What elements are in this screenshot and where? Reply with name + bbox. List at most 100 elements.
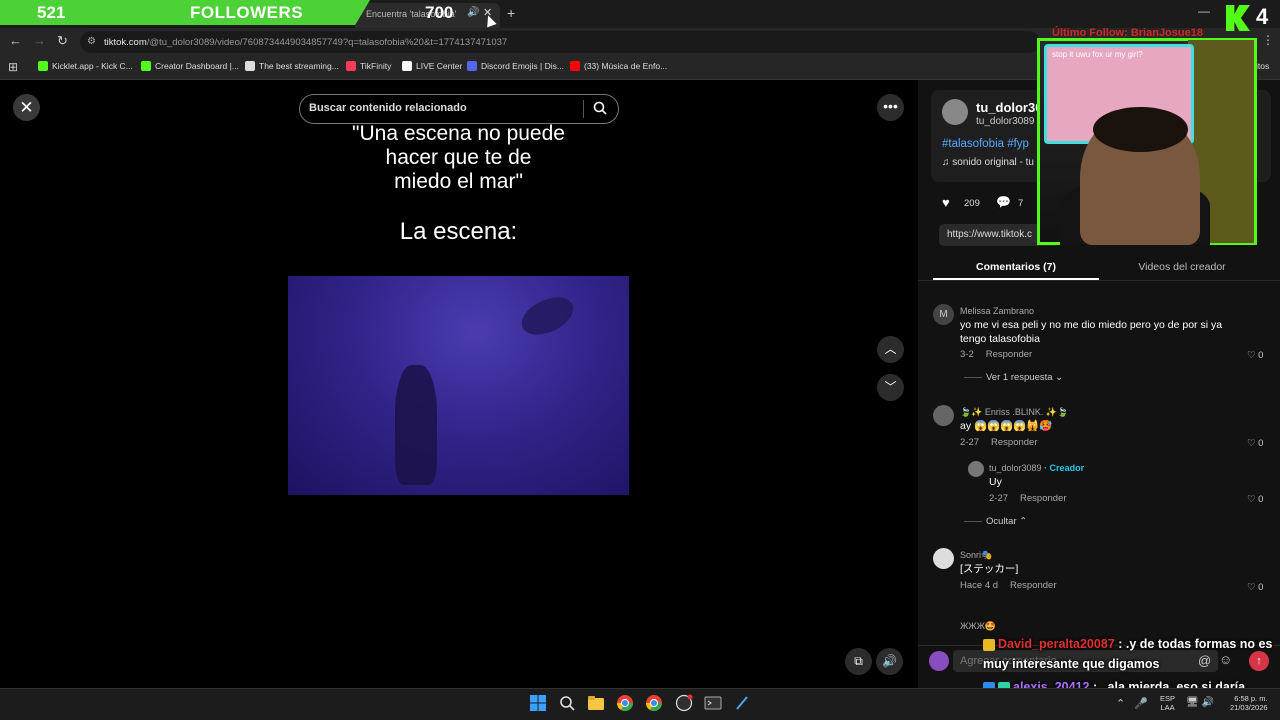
url-text[interactable]: tiktok.com/@tu_dolor3089/video/760873444… [104, 37, 507, 48]
video-scene-label: La escena: [399, 218, 518, 245]
tab-creator-videos[interactable]: Videos del creador [1099, 256, 1265, 278]
reply-user[interactable]: tu_dolor3089 · Creador [989, 463, 1084, 473]
bookmark-item[interactable]: Creator Dashboard |... [141, 61, 239, 71]
tikfinity-icon [346, 61, 356, 71]
close-video-button[interactable]: ✕ [13, 94, 40, 121]
chevron-down-icon[interactable]: ﹀ [877, 374, 904, 401]
avatar[interactable] [933, 405, 954, 426]
tiktok-icon [402, 61, 412, 71]
reply-button[interactable]: Responder [986, 349, 1032, 360]
comment-user[interactable]: Sonri🎭 [960, 550, 992, 561]
other-bookmarks[interactable]: itos [1256, 61, 1269, 71]
comment-user[interactable]: Melissa Zambrano [960, 306, 1034, 316]
reply-date: 2-27 [989, 493, 1009, 504]
browser-menu-icon[interactable]: ⋮ [1262, 33, 1274, 47]
author-name[interactable]: tu_dolor30 [976, 100, 1042, 115]
bookmark-label: TikFinity [360, 61, 392, 71]
volume-icon[interactable]: 🔊 [876, 648, 903, 675]
bookmark-label: Discord Emojis | Dis... [481, 61, 564, 71]
comment-like[interactable]: ♡ 0 [1247, 582, 1263, 593]
bookmark-label: Kicklet.app - Kick C... [52, 61, 133, 71]
streaming-icon [245, 61, 255, 71]
language-indicator[interactable]: ESP LAA [1160, 694, 1175, 712]
comment-icon[interactable]: 💬 [996, 195, 1011, 209]
comment-text: [ステッカー] [960, 563, 1019, 575]
chevron-up-icon[interactable]: ︿ [877, 336, 904, 363]
pen-icon[interactable] [733, 694, 751, 712]
heart-icon[interactable]: ♥ [942, 195, 950, 210]
reload-icon[interactable]: ↻ [57, 33, 68, 49]
avatar[interactable] [933, 548, 954, 569]
avatar [929, 651, 949, 671]
network-icon[interactable]: 🖥 🔊 [1186, 697, 1214, 708]
reply-button[interactable]: Responder [1020, 493, 1066, 504]
poster-text: stop it uwu fox ur my girl? [1052, 50, 1143, 59]
system-tray-icons[interactable]: ⌃ 🎤 [1116, 697, 1148, 710]
reply-button[interactable]: Responder [1010, 580, 1056, 591]
likes-count: 209 [964, 198, 980, 209]
minimize-button[interactable]: — [1198, 4, 1210, 18]
hashtags[interactable]: #talasofobia #fyp [942, 138, 1029, 150]
search-icon[interactable] [592, 100, 608, 116]
bookmark-item[interactable]: TikFinity [346, 61, 391, 71]
obs-icon[interactable] [675, 694, 693, 712]
comment-text: ay 😱😱😱😱🙀🥵 [960, 420, 1053, 432]
back-arrow-icon[interactable]: ← [9, 33, 22, 48]
chat-badge-icon [983, 638, 995, 651]
clock[interactable]: 6:58 p. m. 21/03/2026 [1230, 694, 1268, 712]
forward-arrow-icon[interactable]: → [33, 33, 46, 48]
tab-divider [918, 280, 1280, 281]
bookmark-item[interactable]: LIVE Center [402, 61, 462, 71]
view-replies-button[interactable]: Ver 1 respuesta ⌄ [964, 372, 1063, 383]
file-explorer-icon[interactable] [587, 694, 605, 712]
avatar[interactable]: M [933, 304, 954, 325]
tab-comments[interactable]: Comentarios (7) [933, 256, 1099, 278]
comment-user[interactable]: ЖЖЖ🤩 [960, 621, 996, 632]
author-handle: tu_dolor3089 [976, 116, 1035, 127]
comment-date: 3-2 [960, 349, 974, 360]
comment-meta: 3-2 Responder [960, 349, 1032, 360]
comment-like[interactable]: ♡ 0 [1247, 438, 1263, 449]
site-info-icon[interactable]: ⚙ [87, 36, 96, 47]
taskbar [0, 688, 1280, 720]
kick-icon [141, 61, 151, 71]
last-follow-label: Último Follow: BrianJosue18 [1052, 27, 1203, 39]
bookmark-item[interactable]: Discord Emojis | Dis... [467, 61, 564, 71]
send-button[interactable]: ↑ [1249, 651, 1269, 671]
chrome-icon[interactable] [616, 694, 634, 712]
bookmark-item[interactable]: The best streaming... [245, 61, 339, 71]
search-icon[interactable] [558, 694, 576, 712]
mention-icon[interactable]: @ [1198, 653, 1211, 668]
author-avatar[interactable] [942, 99, 968, 125]
kick-count: 4 [1256, 4, 1269, 29]
floating-player-icon[interactable]: ⧉ [845, 648, 872, 675]
terminal-icon[interactable] [704, 694, 722, 712]
youtube-icon [570, 61, 580, 71]
followers-label: FOLLOWERS [190, 3, 304, 22]
comment-like[interactable]: ♡ 0 [1247, 350, 1263, 361]
tab-audio-icon[interactable]: 🔊 [467, 7, 479, 18]
reply-text: Uy [989, 476, 1002, 488]
comment-user[interactable]: 🍃✨ Enriss .BLINK. ✨🍃 [960, 407, 1068, 418]
comment-meta: Hace 4 d Responder [960, 580, 1057, 591]
bookmark-label: The best streaming... [259, 61, 339, 71]
bookmark-item[interactable]: Kicklet.app - Kick C... [38, 61, 133, 71]
chat-message: David_peralta20087 : .y de todas formas … [983, 637, 1272, 651]
hide-replies-button[interactable]: Ocultar ⌃ [964, 516, 1027, 527]
chrome-active-icon[interactable] [645, 694, 663, 712]
reply-meta: 2-27 Responder [989, 493, 1067, 504]
emoji-icon[interactable]: ☺ [1219, 652, 1232, 667]
bookmark-item[interactable]: (33) Música de Enfo... [570, 61, 667, 71]
windows-start-icon[interactable] [529, 694, 547, 712]
reply-button[interactable]: Responder [991, 437, 1037, 448]
video-link[interactable]: https://www.tiktok.c [947, 229, 1032, 240]
avatar[interactable] [968, 461, 984, 477]
apps-grid-icon[interactable]: ⊞ [8, 60, 18, 74]
kicklet-icon [38, 61, 48, 71]
reply-like[interactable]: ♡ 0 [1247, 494, 1263, 505]
followers-goal: 700 [425, 3, 454, 22]
new-tab-button[interactable]: + [507, 5, 515, 21]
more-options-button[interactable]: ••• [877, 94, 904, 121]
sound-link[interactable]: ♫ sonido original - tu [942, 157, 1034, 168]
search-divider [583, 100, 584, 118]
